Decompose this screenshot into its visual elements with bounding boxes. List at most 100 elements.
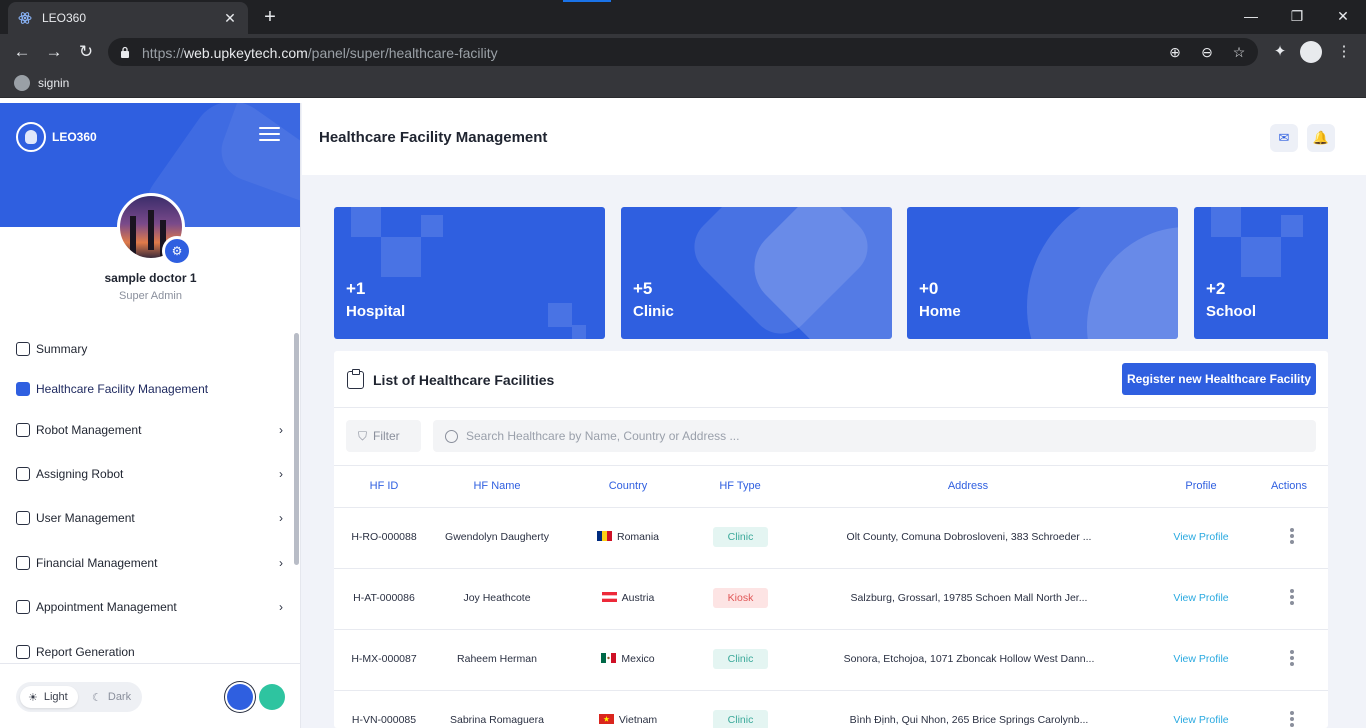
star-icon[interactable]: ☆ bbox=[1230, 43, 1248, 61]
register-facility-button[interactable]: Register new Healthcare Facility bbox=[1122, 363, 1316, 395]
cell-hf-name: Gwendolyn Daugherty bbox=[445, 531, 549, 543]
summary-cards: +1 Hospital +5 Clinic +0 Home +2 School bbox=[334, 207, 1328, 339]
card-decoration bbox=[421, 215, 443, 237]
chat-icon[interactable]: ✉ bbox=[1270, 124, 1298, 152]
theme-light-option[interactable]: ☀ Light bbox=[20, 686, 78, 708]
table-row: H-AT-000086 Joy Heathcote Austria Kiosk … bbox=[334, 569, 1328, 630]
more-actions-icon[interactable] bbox=[1290, 589, 1294, 605]
type-badge: Clinic bbox=[713, 710, 768, 728]
sidebar-item-assigning-robot[interactable]: Assigning Robot › bbox=[16, 463, 286, 485]
cell-hf-id: H-VN-000085 bbox=[351, 714, 417, 726]
hamburger-menu-icon[interactable] bbox=[259, 127, 280, 142]
flag-mexico-icon bbox=[601, 653, 617, 663]
monitor-icon bbox=[16, 423, 30, 437]
browser-tab[interactable]: LEO360 ✕ bbox=[8, 2, 248, 34]
new-tab-button[interactable]: + bbox=[258, 6, 282, 30]
zoom-icon[interactable]: ⊖ bbox=[1198, 43, 1216, 61]
panel-header: List of Healthcare Facilities Register n… bbox=[334, 351, 1328, 408]
tab-close-icon[interactable]: ✕ bbox=[222, 10, 238, 26]
settings-gear-icon[interactable]: ⚙ bbox=[162, 236, 192, 266]
sidebar-item-financial-management[interactable]: Financial Management › bbox=[16, 552, 286, 574]
sidebar-item-appointment-management[interactable]: Appointment Management › bbox=[16, 596, 286, 618]
back-icon[interactable]: ← bbox=[10, 40, 34, 64]
color-swatch-green[interactable] bbox=[259, 684, 285, 710]
view-profile-link[interactable]: View Profile bbox=[1166, 714, 1236, 726]
profile-icon[interactable] bbox=[1300, 41, 1322, 63]
cell-country: Romania bbox=[578, 531, 678, 543]
type-badge: Clinic bbox=[713, 527, 768, 547]
sidebar-item-report-generation[interactable]: Report Generation bbox=[16, 641, 286, 663]
minimize-button[interactable]: — bbox=[1228, 4, 1274, 28]
col-hf-name[interactable]: HF Name bbox=[447, 480, 547, 492]
bell-icon[interactable]: 🔔 bbox=[1307, 124, 1335, 152]
theme-light-label: Light bbox=[43, 691, 68, 703]
app-root: LEO360 ⚙ sample doctor 1 Super Admin Sum… bbox=[0, 103, 1366, 728]
theme-dark-option[interactable]: ☾ Dark bbox=[84, 686, 138, 708]
panel-title: List of Healthcare Facilities bbox=[373, 372, 555, 388]
building-icon bbox=[16, 382, 30, 396]
card-decoration bbox=[572, 325, 586, 339]
sidebar-item-robot-management[interactable]: Robot Management › bbox=[16, 419, 286, 441]
card-count: +1 bbox=[346, 279, 366, 298]
browser-toolbar: ← → ↻ https://web.upkeytech.com/panel/su… bbox=[0, 34, 1366, 70]
col-profile[interactable]: Profile bbox=[1171, 480, 1231, 492]
col-address[interactable]: Address bbox=[918, 480, 1018, 492]
chart-icon bbox=[16, 645, 30, 659]
forward-icon[interactable]: → bbox=[42, 40, 66, 64]
card-clinic[interactable]: +5 Clinic bbox=[621, 207, 892, 339]
card-decoration bbox=[1281, 215, 1303, 237]
card-hospital[interactable]: +1 Hospital bbox=[334, 207, 605, 339]
cell-country: Austria bbox=[578, 592, 678, 604]
tab-indicator bbox=[563, 0, 611, 2]
view-profile-link[interactable]: View Profile bbox=[1166, 531, 1236, 543]
address-bar[interactable]: https://web.upkeytech.com/panel/super/he… bbox=[108, 38, 1258, 66]
cell-hf-name: Joy Heathcote bbox=[463, 592, 531, 604]
card-label: Home bbox=[919, 303, 961, 320]
url-text: https://web.upkeytech.com/panel/super/he… bbox=[142, 45, 498, 61]
sidebar-item-label: User Management bbox=[36, 511, 135, 525]
more-menu-icon[interactable]: ⋮ bbox=[1334, 42, 1354, 62]
more-actions-icon[interactable] bbox=[1290, 650, 1294, 666]
col-actions: Actions bbox=[1270, 480, 1308, 492]
sidebar-item-healthcare-facility[interactable]: Healthcare Facility Management bbox=[16, 378, 286, 400]
card-decoration bbox=[548, 303, 572, 327]
sidebar-item-user-management[interactable]: User Management › bbox=[16, 507, 286, 529]
type-badge: Clinic bbox=[713, 649, 768, 669]
card-decoration bbox=[1211, 207, 1241, 237]
add-icon[interactable]: ⊕ bbox=[1166, 43, 1184, 61]
card-decoration bbox=[381, 237, 421, 277]
search-input[interactable] bbox=[466, 429, 1306, 443]
color-swatch-blue[interactable] bbox=[227, 684, 253, 710]
lock-icon bbox=[121, 46, 129, 58]
cell-hf-name: Raheem Herman bbox=[457, 653, 537, 665]
view-profile-link[interactable]: View Profile bbox=[1166, 653, 1236, 665]
view-profile-link[interactable]: View Profile bbox=[1166, 592, 1236, 604]
restore-button[interactable]: ❐ bbox=[1274, 4, 1320, 28]
col-country[interactable]: Country bbox=[588, 480, 668, 492]
extensions-icon[interactable]: ✦ bbox=[1270, 42, 1290, 62]
search-box bbox=[433, 420, 1316, 452]
card-decoration bbox=[1241, 237, 1281, 277]
flag-austria-icon bbox=[601, 592, 617, 602]
sidebar-scrollbar[interactable] bbox=[294, 333, 299, 565]
table-header: HF ID HF Name Country HF Type Address Pr… bbox=[334, 466, 1328, 508]
brand[interactable]: LEO360 bbox=[16, 122, 97, 152]
more-actions-icon[interactable] bbox=[1290, 711, 1294, 727]
facilities-panel: List of Healthcare Facilities Register n… bbox=[334, 351, 1328, 728]
bookmark-signin[interactable]: signin bbox=[14, 75, 69, 91]
reload-icon[interactable]: ↻ bbox=[74, 40, 98, 64]
users-icon bbox=[16, 511, 30, 525]
chevron-right-icon: › bbox=[279, 423, 283, 437]
table-row: H-VN-000085 Sabrina Romaguera Vietnam Cl… bbox=[334, 691, 1328, 728]
card-home[interactable]: +0 Home bbox=[907, 207, 1178, 339]
col-hf-type[interactable]: HF Type bbox=[710, 480, 770, 492]
filter-button[interactable]: ⛉ Filter bbox=[346, 420, 421, 452]
card-school[interactable]: +2 School bbox=[1194, 207, 1328, 339]
more-actions-icon[interactable] bbox=[1290, 528, 1294, 544]
col-hf-id[interactable]: HF ID bbox=[358, 480, 410, 492]
react-icon bbox=[18, 12, 32, 24]
cell-hf-id: H-AT-000086 bbox=[353, 592, 415, 604]
sidebar-item-summary[interactable]: Summary bbox=[16, 338, 286, 360]
close-window-button[interactable]: ✕ bbox=[1320, 4, 1366, 28]
cell-hf-name: Sabrina Romaguera bbox=[450, 714, 544, 726]
